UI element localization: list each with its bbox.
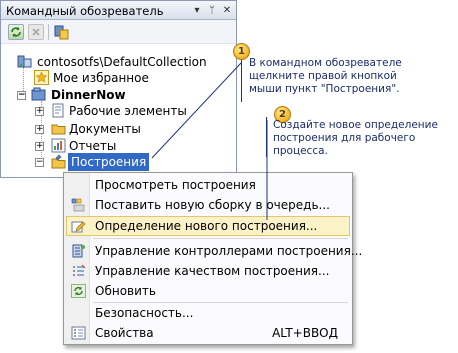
callout-2-line: построения для рабочего xyxy=(273,132,416,144)
callout-1-line: щелкните правой кнопкой xyxy=(249,70,397,82)
callout-1-badge: 1 xyxy=(233,43,250,60)
callout-1-leader xyxy=(151,62,242,159)
callout-leaders xyxy=(151,62,268,220)
callout-2-line: Создайте новое определение xyxy=(273,119,438,131)
callout-1-bar xyxy=(241,60,242,102)
callout-2-bar xyxy=(266,117,267,157)
callout-2-line: процесса. xyxy=(273,145,328,157)
callout-1-line: мыши пункт "Построения". xyxy=(249,83,400,95)
callout-1-line: В командном обозревателе xyxy=(249,57,402,69)
callout-1-text: В командном обозревателе щелкните правой… xyxy=(249,57,402,96)
callout-2-text: Создайте новое определение построения дл… xyxy=(273,119,438,158)
